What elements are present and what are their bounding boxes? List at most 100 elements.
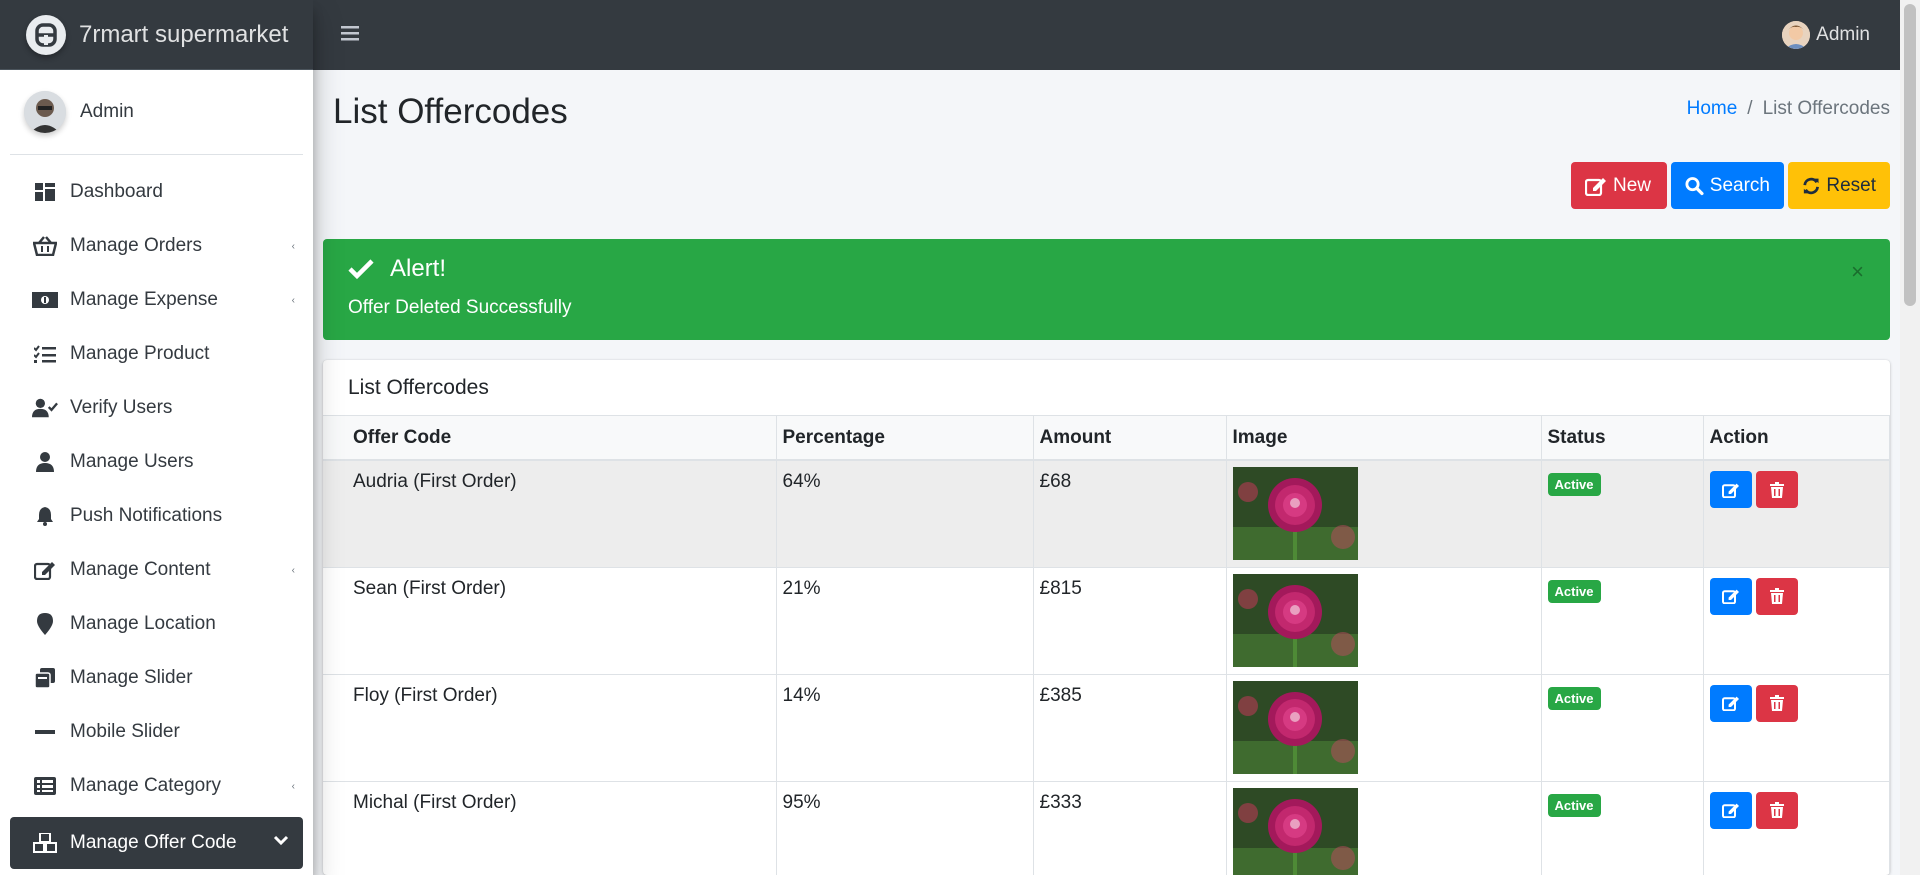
check-icon [348, 259, 374, 280]
top-user-name: Admin [1816, 24, 1870, 45]
sidebar-item-mobile-slider[interactable]: Mobile Slider [10, 705, 303, 759]
amount-cell: £68 [1033, 460, 1227, 568]
status-badge[interactable]: Active [1547, 686, 1601, 710]
column-header[interactable]: Action [1703, 416, 1890, 461]
action-cell [1703, 460, 1890, 568]
percentage-cell: 21% [776, 567, 1034, 675]
status-cell: Active [1541, 781, 1704, 875]
percentage-cell: 64% [776, 460, 1034, 568]
offer-code-cell: Audria (First Order) [323, 460, 777, 568]
sidebar-user-name: Admin [80, 101, 134, 122]
sidebar-item-manage-slider[interactable]: Manage Slider [10, 651, 303, 705]
table-row: Michal (First Order) 95% £333 Active [323, 781, 1890, 875]
edit-icon [1721, 803, 1739, 818]
scrollbar-thumb[interactable] [1904, 4, 1916, 306]
edit-button[interactable] [1709, 577, 1752, 615]
toolbar: New Search Reset [1571, 162, 1890, 209]
sidebar-item-label: Manage Offer Code [70, 832, 237, 853]
amount-cell: £333 [1033, 781, 1227, 875]
alert-message: Offer Deleted Successfully [348, 297, 572, 318]
delete-button[interactable] [1755, 471, 1798, 508]
percentage-cell: 14% [776, 674, 1034, 782]
action-cell [1703, 781, 1890, 875]
breadcrumb-home-link[interactable]: Home [1687, 98, 1738, 119]
sidebar-item-manage-location[interactable]: Manage Location [10, 597, 303, 651]
column-header[interactable]: Amount [1033, 416, 1227, 461]
sidebar-item-manage-users[interactable]: Manage Users [10, 435, 303, 489]
image-cell [1226, 674, 1542, 782]
user-panel[interactable]: Admin [10, 70, 303, 155]
delete-button[interactable] [1755, 577, 1798, 615]
page-title: List Offercodes [333, 92, 568, 131]
alert-title: Alert! [390, 255, 447, 282]
page-scrollbar[interactable] [1900, 0, 1920, 875]
brand-link[interactable]: 7rmart supermarket [0, 0, 313, 70]
search-button-label: Search [1709, 174, 1770, 196]
sidebar-item-manage-offer-code[interactable]: Manage Offer Code [10, 817, 303, 869]
close-icon[interactable]: × [1851, 259, 1864, 285]
sidebar-item-manage-product[interactable]: Manage Product [10, 327, 303, 381]
edit-button[interactable] [1709, 684, 1752, 722]
cubes-icon [32, 830, 58, 856]
percentage-cell: 95% [776, 781, 1034, 875]
image-cell [1226, 781, 1542, 875]
card-title: List Offercodes [323, 360, 1890, 416]
sidebar-item-label: Manage Category [70, 775, 222, 796]
column-header[interactable]: Offer Code [323, 416, 777, 461]
trash-icon [1769, 802, 1784, 818]
edit-button[interactable] [1709, 471, 1752, 508]
sidebar-item-manage-category[interactable]: Manage Category ‹ [10, 759, 303, 813]
sync-icon [1803, 177, 1819, 194]
offer-code-cell: Sean (First Order) [323, 567, 777, 675]
sidebar-item-manage-content[interactable]: Manage Content ‹ [10, 543, 303, 597]
amount-cell: £815 [1033, 567, 1227, 675]
flower-image [1232, 573, 1358, 667]
column-header[interactable]: Status [1541, 416, 1704, 461]
success-alert: Alert! Offer Deleted Successfully × [323, 239, 1890, 340]
reset-button-label: Reset [1826, 174, 1876, 196]
breadcrumb-separator: / [1747, 98, 1753, 119]
top-user-menu[interactable]: Admin [1782, 21, 1870, 49]
delete-button[interactable] [1755, 791, 1798, 829]
map-marker-icon [32, 611, 58, 637]
offercodes-table: Offer Code Percentage Amount Image Statu… [323, 416, 1890, 875]
trash-icon [1769, 695, 1784, 711]
status-badge[interactable]: Active [1547, 473, 1601, 496]
edit-button[interactable] [1709, 791, 1752, 829]
offer-code-cell: Floy (First Order) [323, 674, 777, 782]
brand-logo-icon [26, 14, 66, 55]
breadcrumb: Home / List Offercodes [1687, 98, 1890, 120]
status-cell: Active [1541, 460, 1704, 568]
sidebar-item-verify-users[interactable]: Verify Users [10, 381, 303, 435]
edit-icon [1721, 589, 1739, 604]
action-cell [1703, 674, 1890, 782]
reset-button[interactable]: Reset [1788, 162, 1890, 209]
list-icon [32, 773, 58, 799]
delete-button[interactable] [1755, 684, 1798, 722]
sidebar-item-manage-orders[interactable]: Manage Orders ‹ [10, 219, 303, 273]
edit-icon [1585, 177, 1606, 196]
sidebar-nav: Dashboard Manage Orders ‹ Manage Expense… [0, 155, 313, 869]
top-navbar: Admin [313, 0, 1900, 70]
sidebar: 7rmart supermarket Admin Dashboard Manag… [0, 0, 313, 875]
flower-image [1232, 680, 1358, 774]
sidebar-item-dashboard[interactable]: Dashboard [10, 165, 303, 219]
sidebar-item-manage-expense[interactable]: Manage Expense ‹ [10, 273, 303, 327]
basket-icon [32, 233, 58, 259]
status-badge[interactable]: Active [1547, 793, 1601, 817]
search-button[interactable]: Search [1671, 162, 1784, 209]
sidebar-item-label: Dashboard [70, 181, 163, 202]
menu-toggle-icon[interactable] [341, 24, 365, 47]
new-button[interactable]: New [1571, 162, 1667, 209]
money-icon [32, 287, 58, 313]
sidebar-item-push-notifications[interactable]: Push Notifications [10, 489, 303, 543]
offercodes-card: List Offercodes Offer Code Percentage Am… [323, 360, 1890, 875]
chevron-left-icon: ‹ [291, 565, 295, 576]
status-badge[interactable]: Active [1547, 579, 1601, 603]
status-cell: Active [1541, 567, 1704, 675]
sidebar-item-label: Manage Expense [70, 289, 218, 310]
chevron-down-icon [273, 833, 289, 851]
avatar [24, 91, 66, 133]
column-header[interactable]: Image [1226, 416, 1542, 461]
column-header[interactable]: Percentage [776, 416, 1034, 461]
